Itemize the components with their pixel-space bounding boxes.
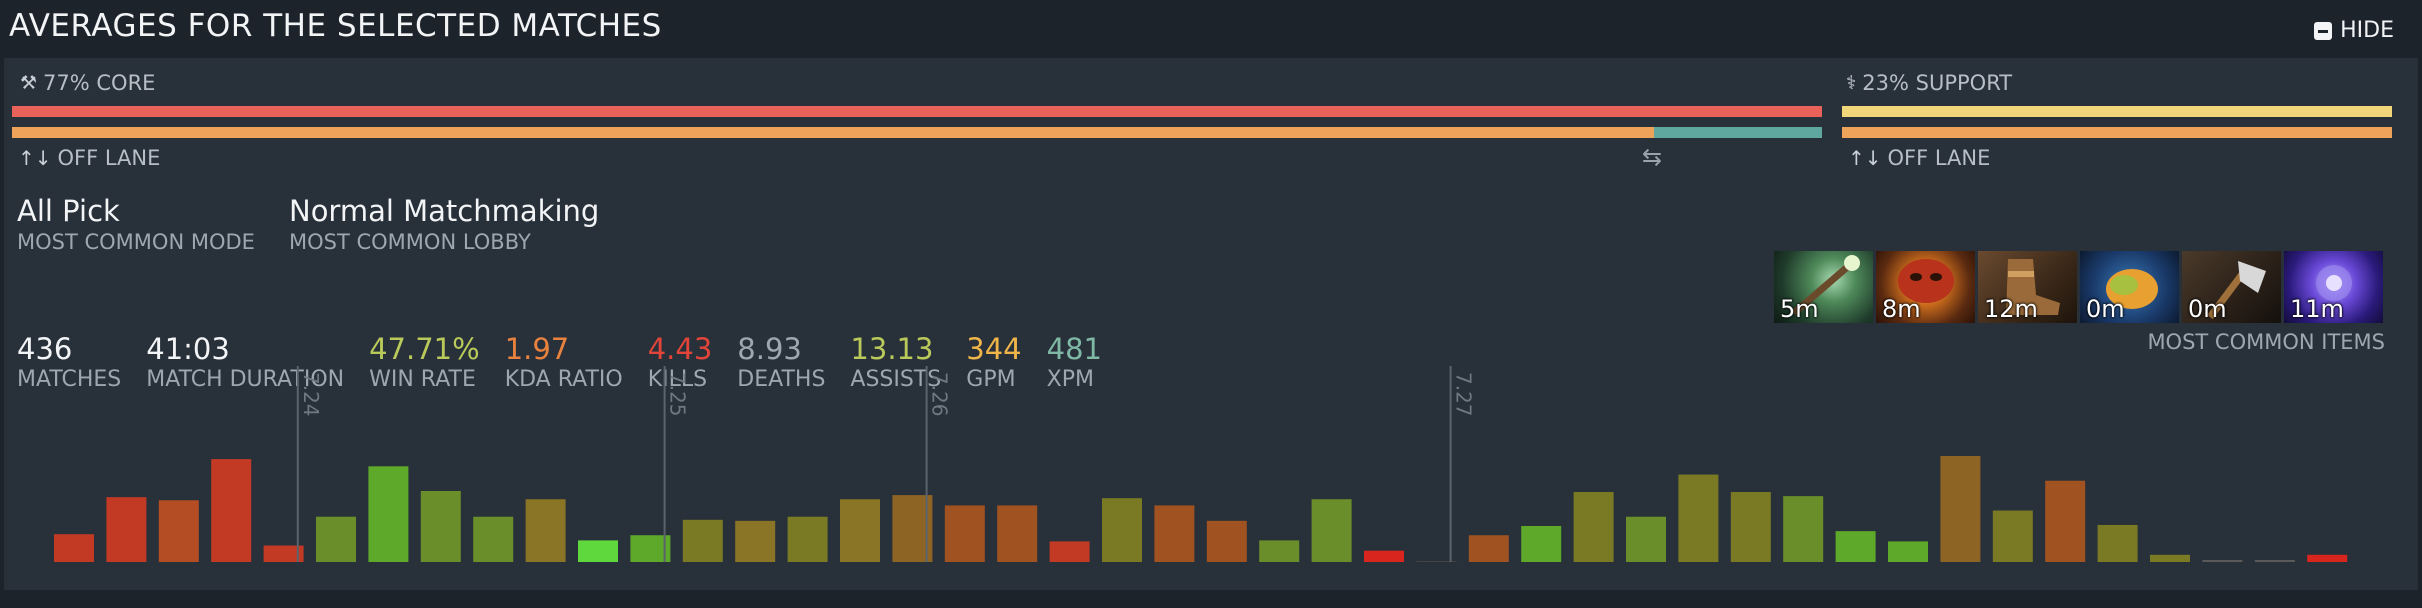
section-title: AVERAGES FOR THE SELECTED MATCHES xyxy=(9,8,662,44)
chart-bar[interactable] xyxy=(1311,499,1352,562)
chart-bar[interactable] xyxy=(2150,554,2190,562)
chart-bar[interactable] xyxy=(1468,535,1509,562)
chart-bar[interactable] xyxy=(1940,456,1981,562)
boots-item-icon[interactable]: 12m xyxy=(1978,251,2077,323)
core-lane-bar-secondary xyxy=(1654,127,1822,138)
chart-bar[interactable] xyxy=(787,516,828,562)
swap-lane-icon[interactable]: ⇆ xyxy=(1642,143,1662,171)
chart-bar[interactable] xyxy=(1206,520,1247,562)
chart-bar[interactable] xyxy=(158,500,199,562)
chart-bar[interactable] xyxy=(578,540,618,562)
minus-icon xyxy=(2314,21,2333,40)
chart-bar[interactable] xyxy=(106,497,147,562)
patch-label: 7.26 xyxy=(928,372,952,417)
chart-bar[interactable] xyxy=(1888,541,1928,562)
most-common-lobby: Normal Matchmaking MOST COMMON LOBBY xyxy=(289,194,599,254)
quelling-blade-item-icon[interactable]: 0m xyxy=(2182,251,2281,323)
stat-value: 47.71% xyxy=(369,332,480,366)
chart-bar[interactable] xyxy=(944,505,985,562)
chart-bar[interactable] xyxy=(1102,498,1142,562)
support-lane-bar xyxy=(1842,127,2392,138)
core-role-icon: ⚒ xyxy=(20,72,38,94)
stat-value: 344 xyxy=(966,332,1022,366)
mode-label: MOST COMMON MODE xyxy=(17,230,255,254)
lobby-label: MOST COMMON LOBBY xyxy=(289,230,531,254)
core-role-label: ⚒ 77% CORE xyxy=(20,71,155,95)
mode-value: All Pick xyxy=(17,194,120,228)
chart-bar[interactable] xyxy=(2097,524,2138,562)
chart-bar[interactable] xyxy=(2045,480,2086,562)
chart-bar[interactable] xyxy=(420,490,461,562)
mango-item-icon[interactable]: 0m xyxy=(2080,251,2179,323)
most-common-mode: All Pick MOST COMMON MODE xyxy=(17,194,255,254)
item-time: 12m xyxy=(1984,295,2038,323)
chart-bar[interactable] xyxy=(1678,474,1719,562)
patch-label: 7.27 xyxy=(1452,372,1476,417)
chart-bar[interactable] xyxy=(1521,525,1562,562)
chart-bar[interactable] xyxy=(2254,560,2295,562)
chart-bar[interactable] xyxy=(997,505,1038,562)
matches-bar-chart: 7.24 7.25 7.26 7.27 xyxy=(54,366,2348,562)
support-role-text: 23% SUPPORT xyxy=(1862,71,2013,95)
chart-bar[interactable] xyxy=(1259,540,1300,562)
chart-bar[interactable] xyxy=(473,516,514,562)
stat-value: 41:03 xyxy=(146,332,230,366)
magic-wand-item-icon[interactable]: 5m xyxy=(1774,251,1873,323)
mask-item-icon[interactable]: 8m xyxy=(1876,251,1975,323)
chart-bar[interactable] xyxy=(2307,554,2348,562)
core-lane-bar-primary xyxy=(12,127,1654,138)
chart-bar[interactable] xyxy=(1049,541,1090,562)
stat-value: 13.13 xyxy=(850,332,934,366)
support-role-icon: ⚕ xyxy=(1846,72,1857,94)
chart-bar[interactable] xyxy=(1783,496,1824,562)
core-role-text: 77% CORE xyxy=(43,71,156,95)
chart-bar[interactable] xyxy=(1154,505,1195,562)
chart-bar[interactable] xyxy=(1992,510,2033,562)
chart-bar[interactable] xyxy=(525,499,566,562)
chart-bar[interactable] xyxy=(735,520,776,562)
support-role-label: ⚕ 23% SUPPORT xyxy=(1846,71,2012,95)
items-label: MOST COMMON ITEMS xyxy=(2147,330,2385,354)
chart-bar[interactable] xyxy=(211,459,252,562)
item-time: 0m xyxy=(2086,295,2125,323)
core-role-bar xyxy=(12,106,1822,117)
support-lane-label: ↑↓ OFF LANE xyxy=(1848,146,1990,170)
chart-bar[interactable] xyxy=(682,519,723,562)
most-common-items: 5m 8m 12m 0m 0m 11m xyxy=(1774,251,2386,323)
chart-bar[interactable] xyxy=(1835,531,1876,562)
aether-lens-item-icon[interactable]: 11m xyxy=(2284,251,2383,323)
core-lane-label: ↑↓ OFF LANE xyxy=(18,146,160,170)
item-time: 8m xyxy=(1882,295,1921,323)
chart-bar[interactable] xyxy=(316,516,356,562)
lane-arrows-icon: ↑↓ xyxy=(1848,146,1882,170)
hide-button[interactable]: HIDE xyxy=(2314,18,2394,43)
item-time: 5m xyxy=(1780,295,1819,323)
stat-value: 1.97 xyxy=(504,332,570,366)
lobby-value: Normal Matchmaking xyxy=(289,194,600,228)
chart-bar[interactable] xyxy=(2202,560,2243,562)
item-time: 11m xyxy=(2290,295,2344,323)
chart-bar[interactable] xyxy=(54,534,94,562)
patch-label: 7.25 xyxy=(666,372,690,417)
stat-value: 4.43 xyxy=(647,332,713,366)
patch-label: 7.24 xyxy=(299,372,323,417)
support-lane-text: OFF LANE xyxy=(1887,146,1991,170)
section-header: AVERAGES FOR THE SELECTED MATCHES HIDE xyxy=(0,0,2422,58)
lane-arrows-icon: ↑↓ xyxy=(18,146,52,170)
support-role-bar xyxy=(1842,106,2392,117)
stat-value: 481 xyxy=(1046,332,1102,366)
chart-bar[interactable] xyxy=(1364,550,1404,562)
core-lane-text: OFF LANE xyxy=(57,146,161,170)
chart-bar[interactable] xyxy=(840,499,880,562)
hide-label: HIDE xyxy=(2340,18,2394,43)
item-time: 0m xyxy=(2188,295,2227,323)
chart-bar[interactable] xyxy=(1626,516,1666,562)
chart-bar[interactable] xyxy=(1730,492,1771,562)
chart-bar[interactable] xyxy=(1573,492,1614,562)
stat-value: 8.93 xyxy=(737,332,802,366)
chart-bar[interactable] xyxy=(368,466,409,562)
stat-value: 436 xyxy=(17,332,73,366)
